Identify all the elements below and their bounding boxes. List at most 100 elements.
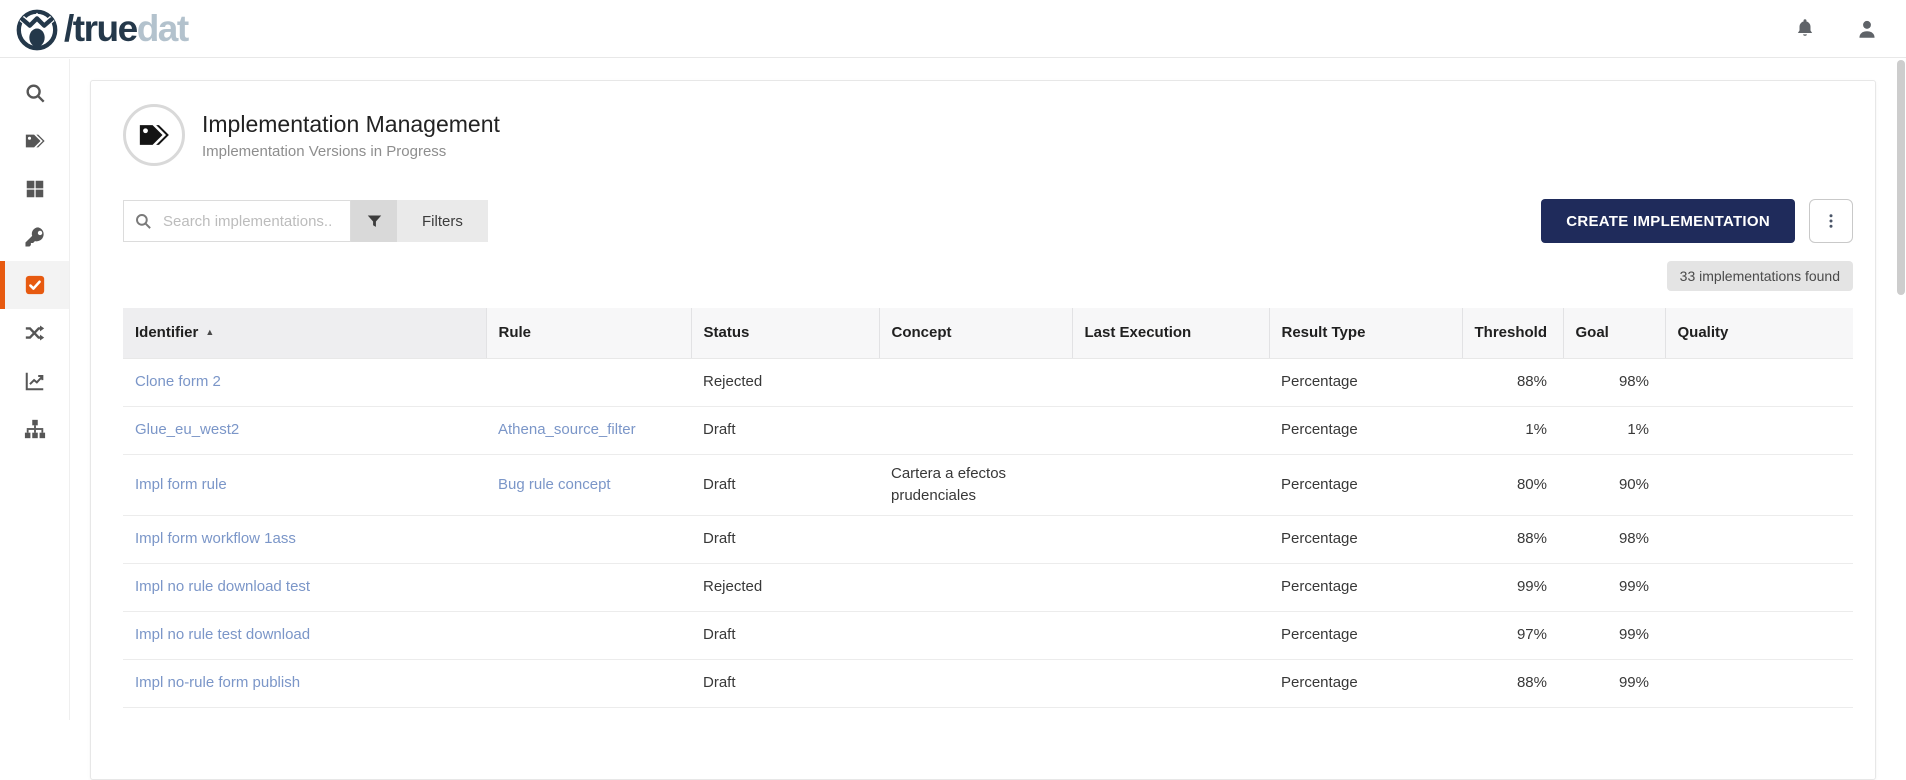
implementation-link[interactable]: Impl no-rule form publish xyxy=(135,674,300,691)
grid-icon xyxy=(24,178,46,200)
sidebar-item-key[interactable] xyxy=(0,213,69,261)
quality-cell xyxy=(1665,515,1853,563)
create-implementation-button[interactable]: CREATE IMPLEMENTATION xyxy=(1541,199,1795,243)
quality-cell xyxy=(1665,659,1853,707)
implementation-link[interactable]: Impl no rule download test xyxy=(135,578,310,595)
implementation-link[interactable]: Impl no rule test download xyxy=(135,626,310,643)
last-execution-cell xyxy=(1072,659,1269,707)
implementation-management-card: Implementation Management Implementation… xyxy=(90,80,1876,780)
shuffle-icon xyxy=(24,322,46,344)
table-header-row: Identifier▲RuleStatusConcept Last Executi… xyxy=(123,308,1853,358)
sidebar-item-search[interactable] xyxy=(0,69,69,117)
page-header: Implementation Management Implementation… xyxy=(123,104,1853,166)
sidebar-item-grid[interactable] xyxy=(0,165,69,213)
results-count-badge: 33 implementations found xyxy=(1667,261,1853,291)
truedat-logo[interactable]: /truedat xyxy=(14,6,188,52)
status-cell: Draft xyxy=(691,454,879,515)
column-label: Last Execution xyxy=(1085,324,1192,341)
concept-cell xyxy=(879,406,1072,454)
tags-icon xyxy=(137,118,171,152)
brand-primary: /true xyxy=(64,8,137,49)
table-row: Impl no rule test download Draft Percent… xyxy=(123,611,1853,659)
implementation-link[interactable]: Clone form 2 xyxy=(135,373,221,390)
quality-cell xyxy=(1665,358,1853,406)
goal-cell: 99% xyxy=(1563,659,1665,707)
scrollbar-thumb[interactable] xyxy=(1897,60,1905,295)
threshold-cell: 80% xyxy=(1462,454,1563,515)
last-execution-cell xyxy=(1072,358,1269,406)
quality-cell xyxy=(1665,454,1853,515)
status-cell: Draft xyxy=(691,659,879,707)
column-header-identifier[interactable]: Identifier▲ xyxy=(123,308,486,358)
column-header-result-type[interactable]: Result Type xyxy=(1269,308,1462,358)
table-row: Impl form rule Bug rule concept Draft Ca… xyxy=(123,454,1853,515)
column-header-goal[interactable]: Goal xyxy=(1563,308,1665,358)
search-input[interactable] xyxy=(161,212,340,231)
filters-button[interactable]: Filters xyxy=(397,200,488,242)
column-header-concept[interactable]: Concept xyxy=(879,308,1072,358)
status-cell: Rejected xyxy=(691,358,879,406)
column-label: Goal xyxy=(1576,324,1609,341)
search-icon xyxy=(134,212,152,230)
last-execution-cell xyxy=(1072,563,1269,611)
last-execution-cell xyxy=(1072,515,1269,563)
threshold-cell: 88% xyxy=(1462,659,1563,707)
column-header-threshold[interactable]: Threshold xyxy=(1462,308,1563,358)
result-type-cell: Percentage xyxy=(1269,515,1462,563)
goal-cell: 98% xyxy=(1563,358,1665,406)
rule-link[interactable]: Bug rule concept xyxy=(498,476,611,493)
table-row: Impl no-rule form publish Draft Percenta… xyxy=(123,659,1853,707)
threshold-cell: 99% xyxy=(1462,563,1563,611)
status-cell: Rejected xyxy=(691,563,879,611)
column-label: Threshold xyxy=(1475,324,1548,341)
toolbar: Filters CREATE IMPLEMENTATION xyxy=(123,199,1853,243)
threshold-cell: 88% xyxy=(1462,358,1563,406)
brand-text: /truedat xyxy=(64,10,188,47)
column-header-last-execution[interactable]: Last Execution xyxy=(1072,308,1269,358)
sidebar-item-lineage[interactable] xyxy=(0,309,69,357)
quality-cell xyxy=(1665,563,1853,611)
status-cell: Draft xyxy=(691,406,879,454)
search-box xyxy=(123,200,351,242)
concept-cell xyxy=(879,358,1072,406)
sidebar-item-dashboards[interactable] xyxy=(0,357,69,405)
filter-funnel-button[interactable] xyxy=(351,200,397,242)
vertical-scrollbar[interactable] xyxy=(1897,60,1905,718)
search-icon xyxy=(24,82,46,104)
sidebar-item-taxonomy[interactable] xyxy=(0,405,69,453)
sidebar xyxy=(0,59,70,720)
concept-cell xyxy=(879,515,1072,563)
column-label: Result Type xyxy=(1282,324,1366,341)
notifications-bell-icon[interactable] xyxy=(1794,18,1816,40)
sort-arrow-icon: ▲ xyxy=(205,327,214,337)
column-header-status[interactable]: Status xyxy=(691,308,879,358)
search-group: Filters xyxy=(123,200,488,242)
goal-cell: 99% xyxy=(1563,563,1665,611)
implementation-link[interactable]: Impl form rule xyxy=(135,476,227,493)
user-account-icon[interactable] xyxy=(1856,18,1878,40)
result-type-cell: Percentage xyxy=(1269,406,1462,454)
implementation-link[interactable]: Glue_eu_west2 xyxy=(135,421,239,438)
brand-secondary: dat xyxy=(137,8,188,49)
implementations-badge-icon xyxy=(123,104,185,166)
sidebar-item-quality[interactable] xyxy=(0,261,69,309)
implementation-link[interactable]: Impl form workflow 1ass xyxy=(135,530,296,547)
threshold-cell: 88% xyxy=(1462,515,1563,563)
column-header-quality[interactable]: Quality xyxy=(1665,308,1853,358)
topbar: /truedat xyxy=(0,0,1906,58)
column-label: Quality xyxy=(1678,324,1729,341)
funnel-icon xyxy=(366,213,383,230)
tags-icon xyxy=(24,130,46,152)
sidebar-item-tags[interactable] xyxy=(0,117,69,165)
more-options-button[interactable] xyxy=(1809,199,1853,243)
concept-cell xyxy=(879,659,1072,707)
toolbar-actions: CREATE IMPLEMENTATION xyxy=(1541,199,1853,243)
last-execution-cell xyxy=(1072,454,1269,515)
column-header-rule[interactable]: Rule xyxy=(486,308,691,358)
rule-link[interactable]: Athena_source_filter xyxy=(498,421,636,438)
quality-cell xyxy=(1665,611,1853,659)
goal-cell: 99% xyxy=(1563,611,1665,659)
status-cell: Draft xyxy=(691,515,879,563)
goal-cell: 90% xyxy=(1563,454,1665,515)
results-summary-row: 33 implementations found xyxy=(123,261,1853,291)
